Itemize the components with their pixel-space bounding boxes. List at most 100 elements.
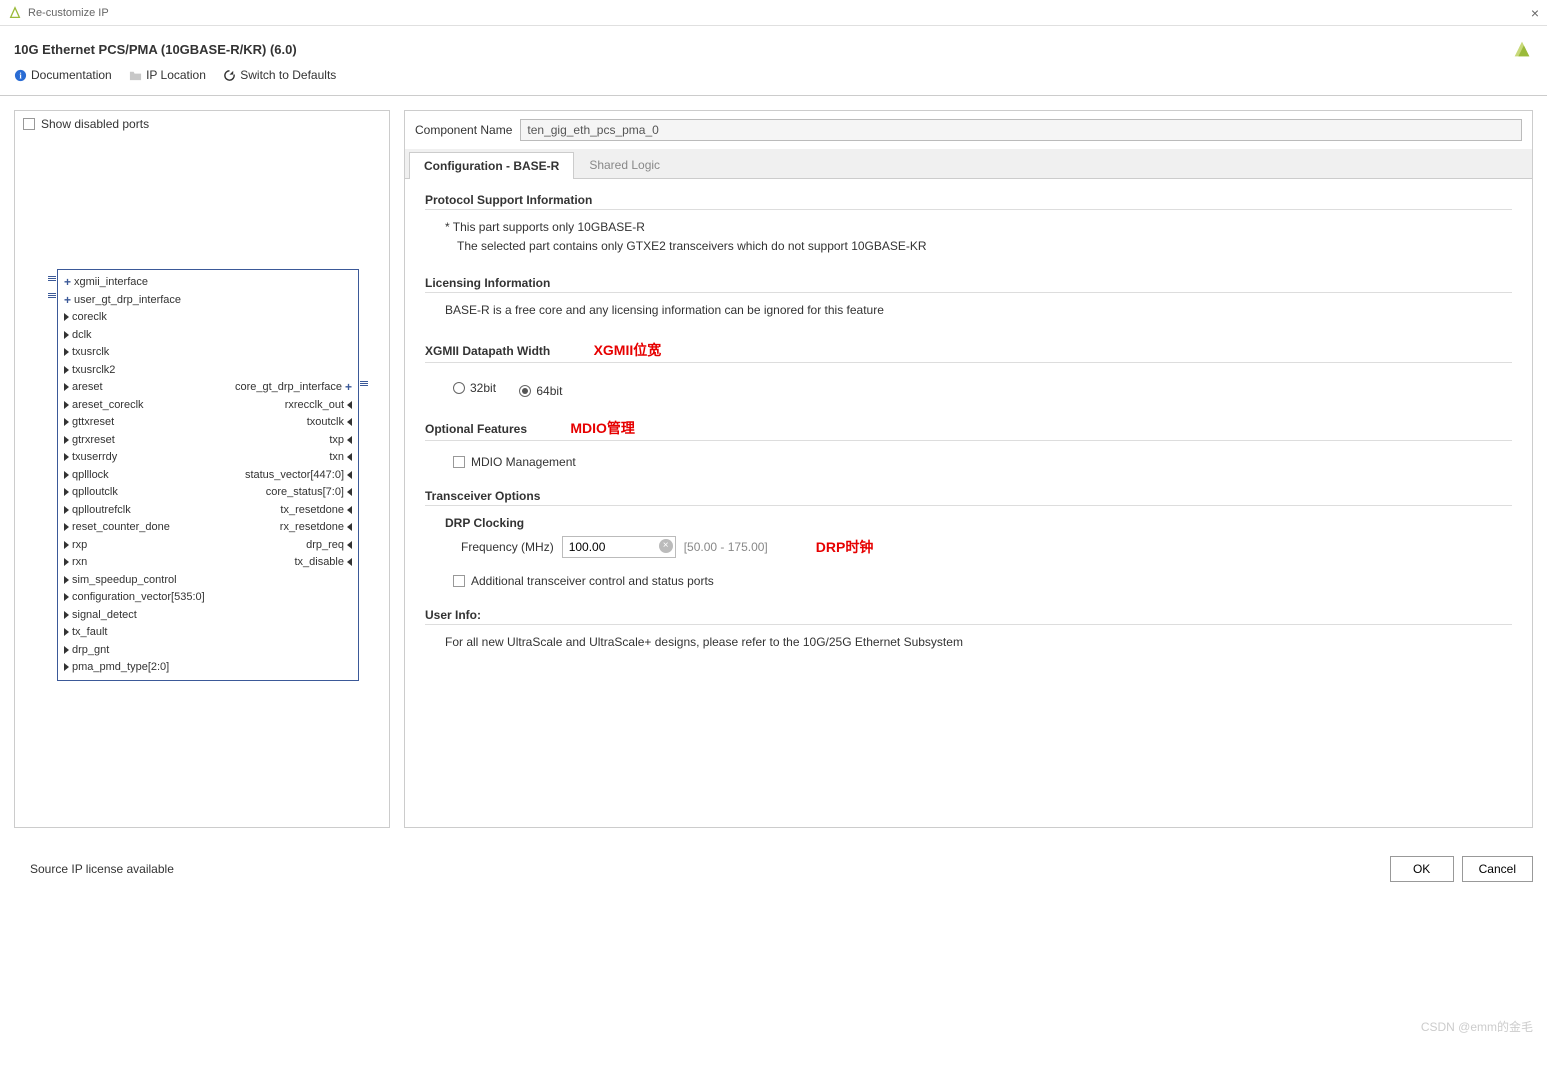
port-right-label: txoutclk — [307, 416, 344, 428]
frequency-label: Frequency (MHz) — [461, 540, 554, 554]
expand-icon[interactable]: + — [64, 275, 71, 289]
ip-location-label: IP Location — [146, 68, 206, 82]
mdio-management-check[interactable]: MDIO Management — [425, 449, 1512, 469]
window-title: Re-customize IP — [28, 7, 1531, 19]
config-body: Protocol Support Information * This part… — [405, 179, 1532, 827]
close-icon[interactable]: × — [1531, 5, 1539, 21]
licensing-line: BASE-R is a free core and any licensing … — [425, 301, 1512, 320]
port-left-label: signal_detect — [72, 609, 137, 621]
pin-in-icon — [64, 663, 69, 671]
footer: Source IP license available OK Cancel — [0, 842, 1547, 896]
userinfo-line: For all new UltraScale and UltraScale+ d… — [425, 633, 1512, 652]
port-row: +xgmii_interface — [58, 274, 358, 292]
port-row: sim_speedup_control — [58, 571, 358, 589]
pin-in-icon — [64, 383, 69, 391]
xgmii-section-title: XGMII Datapath Width XGMII位宽 — [425, 340, 1512, 363]
port-left-label: areset_coreclk — [72, 399, 144, 411]
pin-in-icon — [64, 541, 69, 549]
pin-in-icon — [64, 348, 69, 356]
port-right-label: rx_resetdone — [280, 521, 344, 533]
pin-out-icon — [347, 488, 352, 496]
port-right-label: drp_req — [306, 539, 344, 551]
pin-in-icon — [64, 471, 69, 479]
additional-ports-check[interactable]: Additional transceiver control and statu… — [425, 568, 1512, 588]
port-left-label: qplllock — [72, 469, 109, 481]
optional-section-title: Optional Features MDIO管理 — [425, 418, 1512, 441]
port-row: aresetcore_gt_drp_interface+ — [58, 379, 358, 397]
pin-out-icon — [347, 471, 352, 479]
pin-out-icon — [347, 506, 352, 514]
port-row: rxn tx_disable — [58, 554, 358, 572]
drp-annotation: DRP时钟 — [816, 537, 874, 557]
port-left-label: rxp — [72, 539, 87, 551]
port-right-label: tx_disable — [294, 556, 344, 568]
documentation-label: Documentation — [31, 68, 112, 82]
port-left-label: coreclk — [72, 311, 107, 323]
port-left-label: areset — [72, 381, 103, 393]
checkbox-icon — [453, 575, 465, 587]
port-right-label: rxrecclk_out — [285, 399, 344, 411]
drp-clocking-title: DRP Clocking — [445, 516, 1512, 530]
licensing-section-title: Licensing Information — [425, 276, 1512, 293]
toolbar: i Documentation IP Location Switch to De… — [14, 60, 1533, 85]
port-left-label: xgmii_interface — [74, 276, 148, 288]
port-left-label: tx_fault — [72, 626, 107, 638]
mdio-annotation: MDIO管理 — [570, 420, 635, 436]
port-row: configuration_vector[535:0] — [58, 589, 358, 607]
tab-shared-logic[interactable]: Shared Logic — [574, 151, 675, 178]
port-left-label: qplloutrefclk — [72, 504, 131, 516]
watermark: CSDN @emm的金毛 — [1421, 1018, 1533, 1035]
documentation-link[interactable]: i Documentation — [14, 68, 112, 82]
cancel-button[interactable]: Cancel — [1462, 856, 1533, 882]
port-left-label: gttxreset — [72, 416, 114, 428]
radio-icon — [453, 382, 465, 394]
clear-icon[interactable]: × — [659, 539, 673, 553]
pin-in-icon — [64, 506, 69, 514]
port-row: pma_pmd_type[2:0] — [58, 659, 358, 677]
port-left-label: sim_speedup_control — [72, 574, 177, 586]
component-name-input[interactable] — [520, 119, 1522, 141]
main-area: Show disabled ports +xgmii_interface+use… — [0, 96, 1547, 842]
pin-in-icon — [64, 646, 69, 654]
port-row: gttxreset txoutclk — [58, 414, 358, 432]
radio-32bit[interactable]: 32bit — [453, 381, 496, 395]
checkbox-icon — [453, 456, 465, 468]
frequency-range: [50.00 - 175.00] — [684, 540, 768, 554]
ip-location-link[interactable]: IP Location — [129, 68, 206, 82]
pin-in-icon — [64, 558, 69, 566]
port-left-label: dclk — [72, 329, 92, 341]
info-icon: i — [14, 69, 27, 82]
checkbox-icon — [23, 118, 35, 130]
ip-title: 10G Ethernet PCS/PMA (10GBASE-R/KR) (6.0… — [14, 42, 1511, 57]
radio-64bit[interactable]: 64bit — [519, 384, 562, 398]
expand-icon[interactable]: + — [345, 380, 352, 394]
protocol-line1: * This part supports only 10GBASE-R — [445, 218, 1512, 237]
port-left-label: configuration_vector[535:0] — [72, 591, 205, 603]
port-right-label: txn — [329, 451, 344, 463]
radio-icon — [519, 385, 531, 397]
ok-button[interactable]: OK — [1390, 856, 1454, 882]
pin-out-icon — [347, 453, 352, 461]
expand-icon[interactable]: + — [64, 293, 71, 307]
port-row: qplllock status_vector[447:0] — [58, 466, 358, 484]
port-right-label: status_vector[447:0] — [245, 469, 344, 481]
pin-in-icon — [64, 611, 69, 619]
xgmii-annotation: XGMII位宽 — [594, 342, 662, 358]
port-row: txuserrdytxn — [58, 449, 358, 467]
schematic-diagram: +xgmii_interface+user_gt_drp_interfaceco… — [57, 269, 359, 682]
pin-in-icon — [64, 523, 69, 531]
pin-out-icon — [347, 523, 352, 531]
show-disabled-ports-check[interactable]: Show disabled ports — [15, 111, 389, 137]
port-right-label: txp — [329, 434, 344, 446]
port-row: dclk — [58, 326, 358, 344]
tab-configuration[interactable]: Configuration - BASE-R — [409, 152, 574, 179]
switch-defaults-label: Switch to Defaults — [240, 68, 336, 82]
refresh-icon — [223, 69, 236, 82]
pin-in-icon — [64, 576, 69, 584]
switch-defaults-link[interactable]: Switch to Defaults — [223, 68, 336, 82]
port-row: signal_detect — [58, 606, 358, 624]
port-left-label: rxn — [72, 556, 87, 568]
port-row: qplloutclkcore_status[7:0] — [58, 484, 358, 502]
port-left-label: pma_pmd_type[2:0] — [72, 661, 169, 673]
port-left-label: txusrclk2 — [72, 364, 115, 376]
